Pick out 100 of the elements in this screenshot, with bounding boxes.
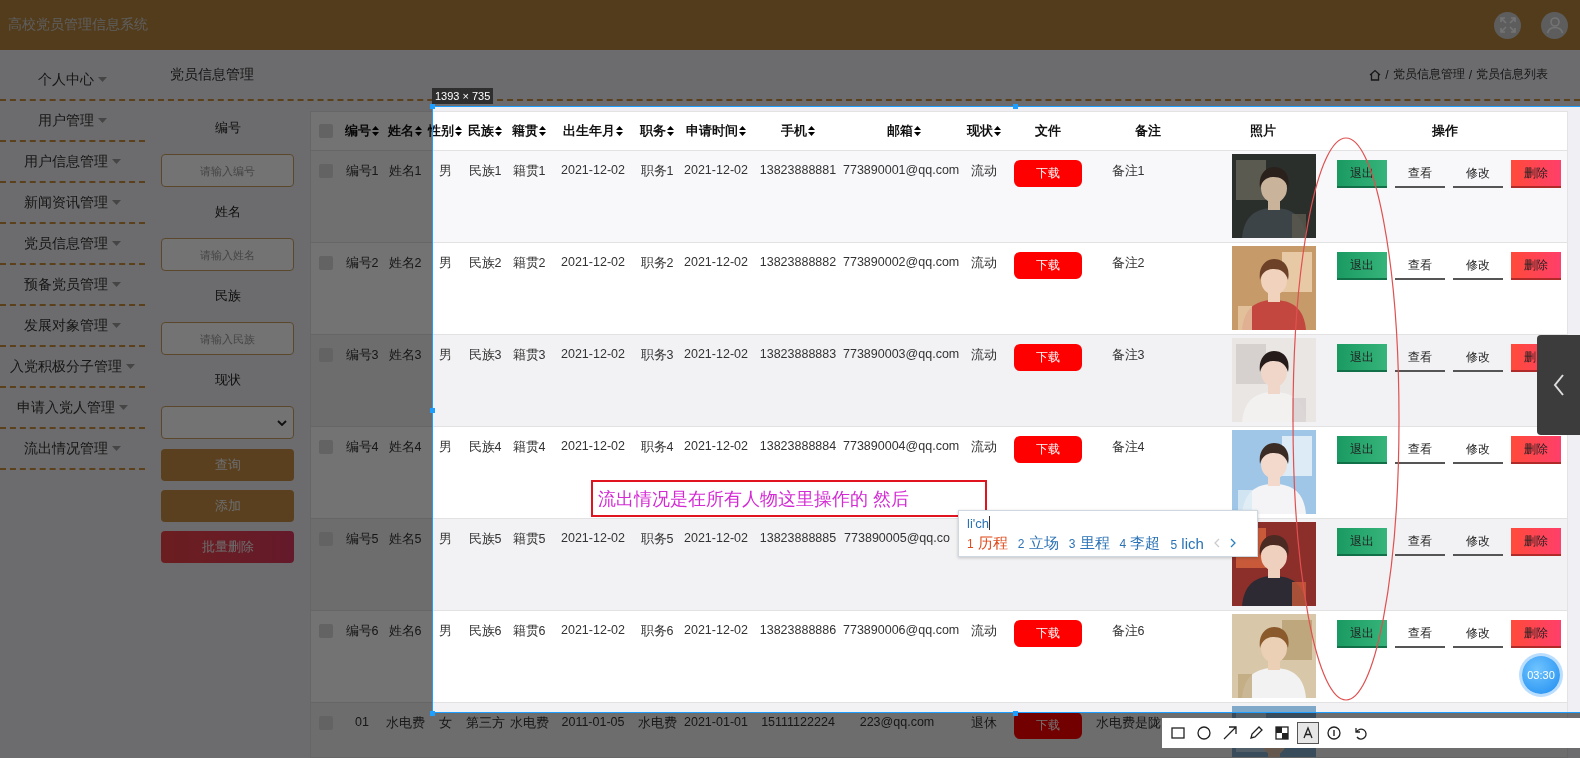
column-header[interactable]: 出生年月 [563,123,615,138]
sidebar-item[interactable]: 个人中心 [0,60,145,101]
chevron-right-icon[interactable] [1229,538,1236,548]
table-cell: 籍贯1 [512,164,546,178]
arrow-tool-icon[interactable] [1222,725,1238,741]
sort-icon[interactable] [914,125,921,136]
edit-button[interactable]: 修改 [1453,160,1503,188]
sort-icon[interactable] [495,125,502,136]
sort-icon[interactable] [808,125,815,136]
breadcrumb-separator: / [1385,67,1389,82]
delete-button[interactable]: 删除 [1511,252,1561,280]
table-cell: 13823888884 [759,439,837,453]
ellipse-tool-icon[interactable] [1196,725,1212,741]
view-button[interactable]: 查看 [1395,252,1445,280]
sort-icon[interactable] [994,125,1001,136]
sidebar-item[interactable]: 预备党员管理 [0,265,145,306]
ime-candidate[interactable]: 1 历程 [967,533,1008,553]
exit-button[interactable]: 退出 [1337,344,1387,372]
field-label: 民族 [213,287,242,305]
download-button[interactable]: 下载 [1014,160,1082,187]
column-header[interactable]: 申请时间 [686,123,738,138]
table-cell: 男 [438,440,452,454]
resize-handle[interactable] [430,711,435,716]
view-button[interactable]: 查看 [1395,160,1445,188]
ime-candidate[interactable]: 3 里程 [1068,533,1110,553]
sidebar-item[interactable]: 发展对象管理 [0,306,145,347]
caret-icon [112,323,121,328]
exit-button[interactable]: 退出 [1337,252,1387,280]
exit-button[interactable]: 退出 [1337,160,1387,188]
download-button[interactable]: 下载 [1014,252,1082,279]
field-label: 姓名 [213,203,242,221]
column-header[interactable]: 籍贯 [512,123,538,138]
table-cell: 籍贯5 [512,532,546,546]
view-button[interactable]: 查看 [1395,344,1445,372]
sidebar-item[interactable]: 党员信息管理 [0,224,145,265]
delete-button[interactable]: 删除 [1511,160,1561,188]
column-header[interactable]: 民族 [468,123,494,138]
select-field[interactable] [161,406,294,439]
download-button[interactable]: 下载 [1014,620,1082,647]
sidebar-item[interactable]: 流出情况管理 [0,429,145,470]
table-cell: 编号2 [345,256,379,270]
breadcrumb-link[interactable]: 党员信息管理 [1392,66,1465,83]
table-cell: 2021-12-02 [561,531,625,545]
edit-button[interactable]: 修改 [1453,436,1503,464]
breadcrumb-link[interactable]: 党员信息列表 [1476,66,1548,83]
sidebar-item[interactable]: 新闻资讯管理 [0,183,145,224]
delete-button[interactable]: 删除 [1511,528,1561,556]
column-header[interactable]: 姓名 [388,123,414,138]
view-button[interactable]: 查看 [1395,620,1445,648]
resize-handle[interactable] [430,408,435,413]
delete-button[interactable]: 删除 [1511,620,1561,648]
resize-handle[interactable] [1013,104,1018,109]
table-cell: 2021-12-02 [684,531,748,545]
pen-tool-icon[interactable] [1248,725,1264,741]
column-header[interactable]: 邮箱 [887,123,913,138]
sort-icon[interactable] [455,125,462,136]
resize-handle[interactable] [1013,711,1018,716]
ime-candidate[interactable]: 2 立场 [1017,533,1059,553]
sidebar-item[interactable]: 用户信息管理 [0,142,145,183]
text-annotation[interactable]: 流出情况是在所有人物这里操作的 然后 [591,480,987,517]
undo-icon[interactable] [1352,725,1368,741]
mosaic-tool-icon[interactable] [1274,725,1290,741]
selection-size-label: 1393 × 735 [432,88,494,104]
delete-button[interactable]: 删除 [1511,436,1561,464]
sort-icon[interactable] [739,125,746,136]
exit-button[interactable]: 退出 [1337,528,1387,556]
exit-button[interactable]: 退出 [1337,620,1387,648]
column-header[interactable]: 职务 [640,123,666,138]
column-header: 操作 [1432,123,1458,138]
user-avatar-icon[interactable] [1541,11,1568,39]
resize-handle[interactable] [430,104,435,109]
download-button[interactable]: 下载 [1014,344,1082,371]
rectangle-tool-icon[interactable] [1170,725,1186,741]
column-header[interactable]: 手机 [781,123,807,138]
caret-icon [119,405,128,410]
table-cell: 13823888881 [759,163,837,177]
caret-icon [126,364,135,369]
fullscreen-icon[interactable] [1494,11,1521,39]
edit-button[interactable]: 修改 [1453,344,1503,372]
sort-icon[interactable] [539,125,546,136]
download-button[interactable]: 下载 [1014,436,1082,463]
home-icon[interactable] [1369,68,1382,81]
view-button[interactable]: 查看 [1395,528,1445,556]
number-tool-icon[interactable] [1326,725,1342,741]
edit-button[interactable]: 修改 [1453,252,1503,280]
ime-candidate[interactable]: 4 李超 [1119,533,1161,553]
sidebar-item[interactable]: 申请入党人管理 [0,388,145,429]
sidebar-item[interactable]: 入党积极分子管理 [0,347,145,388]
sort-icon[interactable] [616,125,623,136]
sidebar-item[interactable]: 用户管理 [0,101,145,142]
sort-icon[interactable] [667,125,674,136]
ime-candidate[interactable]: 5 lich [1170,534,1204,552]
column-header[interactable]: 编号 [345,123,371,138]
download-button[interactable]: 下载 [1014,712,1082,739]
table-cell: 15111122224 [761,715,835,729]
edit-button[interactable]: 修改 [1453,620,1503,648]
column-header[interactable]: 现状 [967,123,993,138]
view-button[interactable]: 查看 [1395,436,1445,464]
exit-button[interactable]: 退出 [1337,436,1387,464]
edit-button[interactable]: 修改 [1453,528,1503,556]
